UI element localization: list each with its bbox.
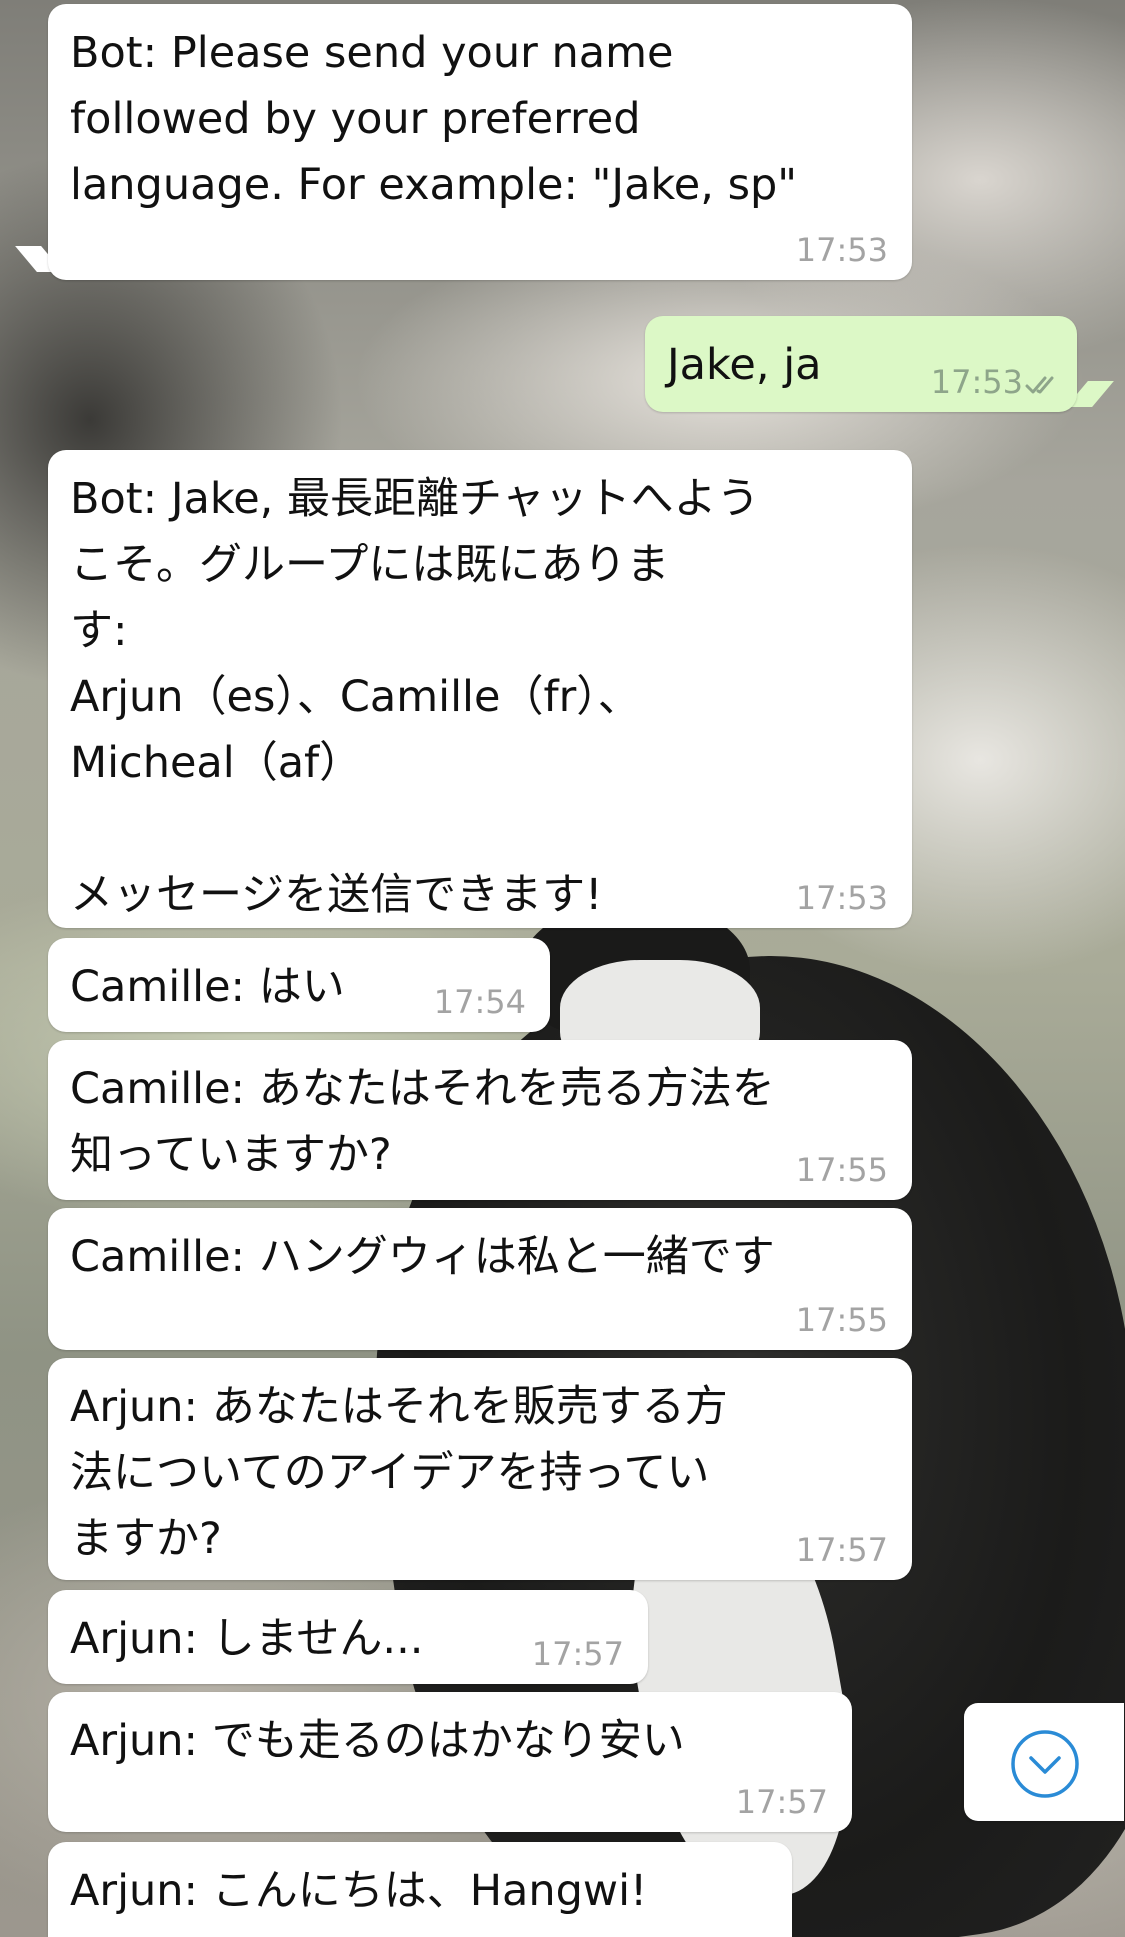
double-check-icon bbox=[1025, 376, 1054, 394]
message-timestamp: 17:53 bbox=[930, 363, 1023, 401]
message-bubble[interactable]: Arjun: でも走るのはかなり安い 17:57 bbox=[48, 1692, 852, 1832]
message-timestamp: 17:53 bbox=[795, 231, 888, 269]
message-timestamp: 17:55 bbox=[795, 1301, 888, 1339]
message-timestamp: 17:55 bbox=[795, 1151, 888, 1189]
message-timestamp: 17:57 bbox=[735, 1783, 828, 1821]
message-text: Camille: ハングウィは私と一緒です bbox=[70, 1232, 775, 1282]
message-bubble[interactable]: Camille: あなたはそれを売る方法を 知っていますか? 17:55 bbox=[48, 1040, 912, 1200]
message-bubble[interactable]: Bot: Jake, 最長距離チャットへよう こそ。グループには既にありま す:… bbox=[48, 450, 912, 928]
message-timestamp: 17:53 bbox=[795, 879, 888, 917]
chevron-down-circle-icon bbox=[1011, 1730, 1079, 1798]
message-text: Arjun: あなたはそれを販売する方 法についてのアイデアを持ってい ますか? bbox=[70, 1382, 728, 1564]
message-list[interactable]: Bot: Please send your name followed by y… bbox=[0, 0, 1125, 1937]
message-timestamp: 17:54 bbox=[433, 983, 526, 1021]
message-bubble[interactable]: Bot: Please send your name followed by y… bbox=[48, 4, 912, 280]
message-bubble[interactable]: Camille: はい 17:54 bbox=[48, 938, 550, 1032]
message-text: Arjun: でも走るのはかなり安い bbox=[70, 1716, 685, 1766]
message-bubble[interactable]: Arjun: こんにちは、Hangwi! bbox=[48, 1842, 792, 1937]
message-bubble-outgoing[interactable]: Jake, ja 17:53 bbox=[645, 316, 1077, 412]
message-bubble[interactable]: Camille: ハングウィは私と一緒です 17:55 bbox=[48, 1208, 912, 1350]
message-bubble[interactable]: Arjun: あなたはそれを販売する方 法についてのアイデアを持ってい ますか?… bbox=[48, 1358, 912, 1580]
message-text: Camille: あなたはそれを売る方法を 知っていますか? bbox=[70, 1064, 775, 1180]
message-timestamp: 17:57 bbox=[531, 1635, 624, 1673]
message-text: Bot: Jake, 最長距離チャットへよう こそ。グループには既にありま す:… bbox=[70, 474, 760, 920]
message-text: Bot: Please send your name followed by y… bbox=[70, 28, 798, 210]
message-text: Arjun: こんにちは、Hangwi! bbox=[70, 1866, 648, 1916]
message-bubble[interactable]: Arjun: しません... 17:57 bbox=[48, 1590, 648, 1684]
message-timestamp: 17:57 bbox=[795, 1531, 888, 1569]
scroll-to-bottom-button[interactable] bbox=[964, 1703, 1124, 1821]
